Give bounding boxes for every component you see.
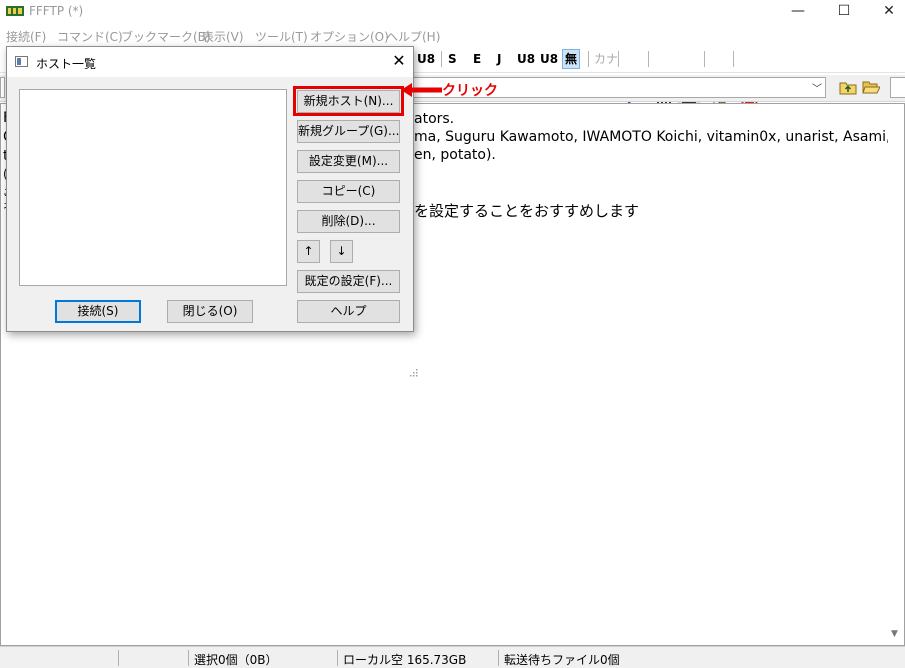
scroll-down-icon[interactable]: ▼ — [891, 629, 898, 639]
annotation-arrow-icon — [401, 83, 442, 97]
dialog-title-bar: ホスト一覧 ✕ — [7, 47, 413, 77]
dialog-close-button[interactable]: ✕ — [389, 51, 409, 71]
utf8n-button[interactable]: U8 — [517, 49, 535, 69]
default-settings-button[interactable]: 既定の設定(F)... — [297, 270, 400, 293]
menu-bar: 接続(F) コマンド(C) ブックマーク(B) 表示(V) ツール(T) オプシ… — [0, 25, 905, 45]
status-local-free: ローカル空 165.73GB — [343, 653, 467, 667]
move-up-button[interactable]: ↑ — [297, 240, 320, 263]
menu-connect[interactable]: 接続(F) — [6, 28, 46, 45]
log-line: ators. — [414, 111, 455, 127]
log-line: ma, Suguru Kawamoto, IWAMOTO Koichi, vit… — [414, 129, 891, 145]
euc-button[interactable]: E — [473, 49, 481, 69]
chevron-down-icon[interactable]: ﹀ — [812, 80, 822, 95]
dialog-window-icon — [15, 56, 28, 67]
minimize-button[interactable]: — — [775, 0, 821, 24]
sjis-button[interactable]: S — [448, 49, 457, 69]
status-bar: 選択0個（0B） ローカル空 165.73GB 転送待ちファイル0個 — [0, 646, 905, 668]
remote-combobox-partial[interactable] — [890, 77, 905, 98]
highlight-box — [293, 86, 404, 116]
copy-button[interactable]: コピー(C) — [297, 180, 400, 203]
menu-command[interactable]: コマンド(C) — [57, 28, 123, 45]
status-separator — [118, 650, 119, 666]
status-separator — [498, 650, 499, 666]
folder-open-icon[interactable] — [862, 79, 880, 95]
move-down-button[interactable]: ↓ — [330, 240, 353, 263]
status-selection: 選択0個（0B） — [194, 653, 278, 667]
help-button[interactable]: ヘルプ — [297, 300, 400, 323]
host-list[interactable] — [19, 89, 287, 286]
toolbar-separator — [733, 51, 734, 67]
log-line: を設定することをおすすめします — [414, 202, 640, 220]
title-bar: FFFTP (*) — ☐ ✕ — [0, 0, 905, 24]
utf8-button[interactable]: U8 — [417, 49, 435, 69]
new-group-button[interactable]: 新規グループ(G)... — [297, 120, 400, 143]
toolbar-separator — [618, 51, 619, 67]
edit-settings-button[interactable]: 設定変更(M)... — [297, 150, 400, 173]
menu-options[interactable]: オプション(O) — [310, 28, 389, 45]
resize-grip-icon[interactable] — [408, 367, 418, 377]
status-separator — [337, 650, 338, 666]
folder-up-icon[interactable] — [839, 79, 857, 95]
window-title: FFFTP (*) — [29, 4, 84, 18]
utf8bom-button[interactable]: U8 — [540, 49, 558, 69]
ffftp-app-icon — [6, 6, 24, 16]
menu-bookmark[interactable]: ブックマーク(B) — [121, 28, 211, 45]
maximize-button[interactable]: ☐ — [821, 0, 867, 24]
log-scrollbar[interactable]: ▼ — [888, 104, 904, 645]
status-separator — [188, 650, 189, 666]
delete-button[interactable]: 削除(D)... — [297, 210, 400, 233]
connect-button[interactable]: 接続(S) — [55, 300, 141, 323]
menu-help[interactable]: ヘルプ(H) — [386, 28, 440, 45]
jis-button[interactable]: J — [497, 49, 501, 69]
dialog-title: ホスト一覧 — [36, 57, 97, 71]
toolbar-separator — [441, 51, 442, 67]
menu-tools[interactable]: ツール(T) — [255, 28, 308, 45]
close-button[interactable]: 閉じる(O) — [167, 300, 253, 323]
menu-view[interactable]: 表示(V) — [202, 28, 244, 45]
no-conversion-button[interactable]: 無 — [562, 49, 581, 69]
toolbar-separator — [648, 51, 649, 67]
toolbar-separator — [704, 51, 705, 67]
local-path-combobox[interactable] — [0, 77, 5, 98]
annotation-label: クリック — [442, 83, 498, 99]
kana-button[interactable]: カナ — [594, 49, 618, 69]
window-close-button[interactable]: ✕ — [866, 0, 905, 24]
log-line: en, potato). — [414, 147, 496, 163]
status-queue: 転送待ちファイル0個 — [504, 653, 620, 667]
toolbar-separator — [588, 51, 589, 67]
